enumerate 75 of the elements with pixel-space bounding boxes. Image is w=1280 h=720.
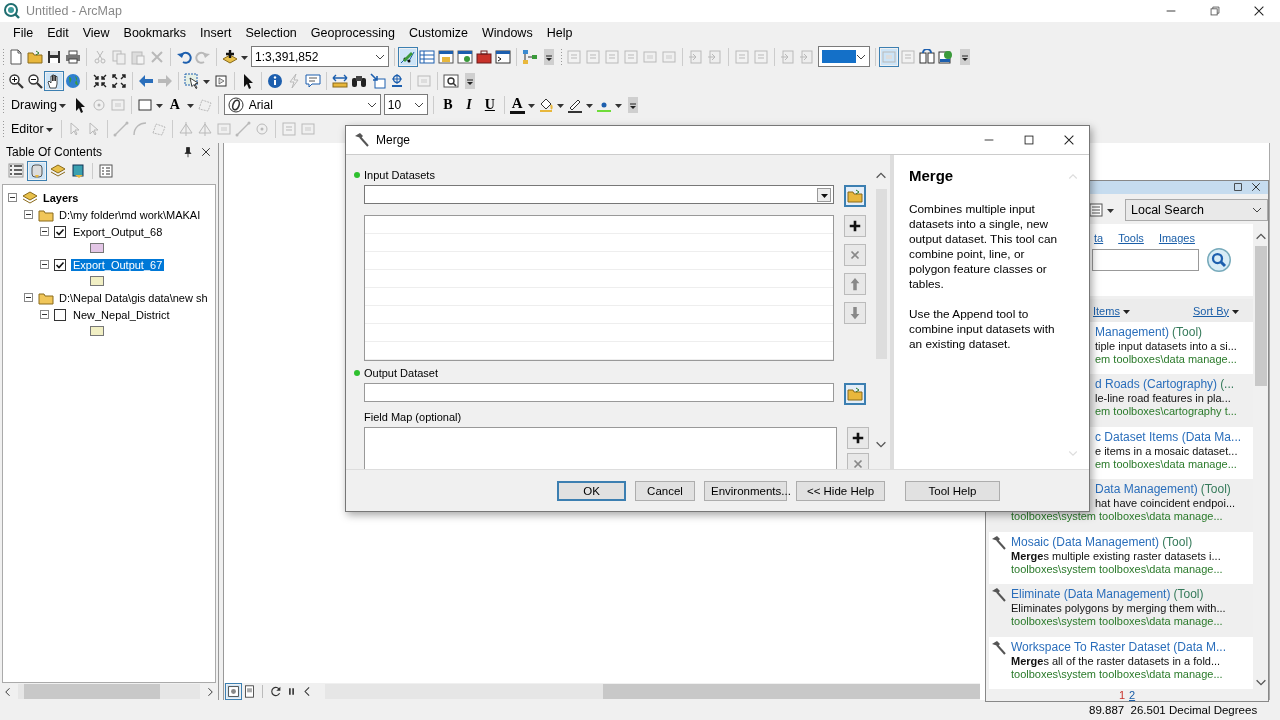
font-size-dropdown[interactable]: 10 bbox=[383, 94, 428, 116]
result-description: tiple input datasets into a si... bbox=[1095, 339, 1237, 352]
dialog-title: Merge bbox=[376, 133, 411, 147]
result-title[interactable]: c Dataset Items (Data Ma... bbox=[1095, 429, 1242, 444]
result-title[interactable]: d Roads (Cartography) bbox=[1095, 377, 1218, 392]
window-title: Untitled - ArcMap bbox=[26, 3, 123, 18]
help-text: Use the Append tool to combine input datasets with an existing dataset. bbox=[909, 307, 1056, 352]
result-title[interactable]: Data Management) bbox=[1095, 482, 1198, 497]
result-path: em toolboxes\cartography t... bbox=[1095, 405, 1237, 418]
font-dropdown[interactable]: Arial bbox=[223, 94, 381, 116]
result-description: Eliminates polygons by merging them with... bbox=[1011, 602, 1226, 615]
result-description: e items in a mosaic dataset... bbox=[1095, 444, 1239, 457]
page-link[interactable]: 1 bbox=[1118, 689, 1125, 702]
result-path: toolboxes\system toolboxes\data manage... bbox=[1011, 510, 1224, 523]
menu-item[interactable]: Help bbox=[539, 23, 580, 42]
menu-item[interactable]: File bbox=[6, 23, 41, 42]
result-path: toolboxes\system toolboxes\data manage... bbox=[1011, 667, 1224, 680]
coordinates: 89.887 26.501 Decimal Degrees bbox=[1089, 704, 1258, 717]
panel-title: Table Of Contents bbox=[6, 144, 104, 159]
result-title[interactable]: Management) bbox=[1095, 324, 1170, 339]
parameter-label: Output Dataset bbox=[364, 367, 438, 379]
result-description: Merges multiple existing raster datasets i... bbox=[1011, 549, 1222, 562]
result-description: Merges all of the raster datasets in a fold... bbox=[1011, 654, 1222, 667]
menu-item[interactable]: Geoprocessing bbox=[303, 23, 402, 42]
dialog-button[interactable]: << Hide Help bbox=[796, 480, 885, 501]
result-path: toolboxes\system toolboxes\data manage... bbox=[1011, 562, 1223, 575]
help-title: Merge bbox=[909, 167, 955, 184]
result-path: toolboxes\system toolboxes\data manage... bbox=[1011, 615, 1224, 628]
page-link[interactable]: 2 bbox=[1129, 689, 1136, 702]
font-name: Arial bbox=[248, 97, 274, 112]
sort-link[interactable]: Sort By bbox=[1192, 302, 1239, 319]
result-title[interactable]: Mosaic (Data Management) bbox=[1011, 534, 1160, 549]
font-color-button[interactable]: A bbox=[509, 95, 525, 115]
format-button[interactable]: U bbox=[480, 96, 499, 113]
editor-menu[interactable]: Editor bbox=[8, 120, 56, 137]
parameter-label: Input Datasets bbox=[364, 169, 435, 181]
menu-item[interactable]: View bbox=[75, 23, 117, 42]
result-type: (Tool) bbox=[1173, 587, 1204, 602]
menu-item[interactable]: Edit bbox=[40, 23, 76, 42]
filter-link[interactable]: Items bbox=[1093, 302, 1130, 319]
layer-name[interactable]: Export_Output_67 bbox=[71, 258, 165, 271]
search-tab-link[interactable]: ta bbox=[1094, 231, 1104, 244]
scale-dropdown[interactable]: 1:3,391,852 bbox=[251, 46, 389, 68]
result-title[interactable]: Eliminate (Data Management) bbox=[1011, 587, 1171, 602]
dialog-button[interactable]: OK bbox=[557, 480, 626, 501]
result-description: hat have coincident endpoi... bbox=[1095, 497, 1236, 510]
folder-path[interactable]: D:\Nepal Data\gis data\new sh bbox=[59, 291, 208, 304]
layer-name[interactable]: New_Nepal_District bbox=[71, 308, 172, 321]
menu-item[interactable]: Windows bbox=[474, 23, 540, 42]
result-type: (Tool) bbox=[1162, 534, 1193, 549]
menu-item[interactable]: Bookmarks bbox=[116, 23, 194, 42]
result-type: (... bbox=[1220, 377, 1235, 392]
result-path: em toolboxes\data manage... bbox=[1095, 457, 1238, 470]
result-type: (Tool) bbox=[1200, 482, 1231, 497]
drawing-menu[interactable]: Drawing bbox=[8, 96, 69, 113]
data-frame-name[interactable]: Layers bbox=[43, 191, 79, 204]
search-tab-link[interactable]: Tools bbox=[1118, 231, 1144, 244]
menu-item[interactable]: Selection bbox=[238, 23, 304, 42]
menu-item[interactable]: Customize bbox=[401, 23, 475, 42]
parameter-label: Field Map (optional) bbox=[364, 411, 462, 423]
menu-item[interactable]: Insert bbox=[193, 23, 239, 42]
result-title[interactable]: Workspace To Raster Dataset (Data M... bbox=[1011, 639, 1226, 654]
layer-name[interactable]: Export_Output_68 bbox=[71, 225, 165, 238]
dialog-button[interactable]: Cancel bbox=[635, 480, 695, 501]
format-button[interactable]: I bbox=[459, 96, 478, 113]
result-path: em toolboxes\data manage... bbox=[1095, 352, 1237, 365]
format-button[interactable]: B bbox=[438, 96, 457, 113]
help-text: Combines multiple input datasets into a single, new output dataset. This tool can combine point, line, or polygon feature classes or tables. bbox=[909, 202, 1058, 292]
text-tool-button[interactable]: A bbox=[165, 96, 184, 113]
search-scope-dropdown[interactable]: Local Search bbox=[1125, 198, 1268, 221]
result-description: le-line road features in pla... bbox=[1095, 392, 1232, 405]
folder-path[interactable]: D:\my folder\md work\MAKAI bbox=[59, 208, 201, 221]
dialog-button[interactable]: Tool Help bbox=[905, 480, 1000, 501]
result-type: (Tool) bbox=[1172, 324, 1203, 339]
search-tab-link[interactable]: Images bbox=[1158, 231, 1195, 244]
